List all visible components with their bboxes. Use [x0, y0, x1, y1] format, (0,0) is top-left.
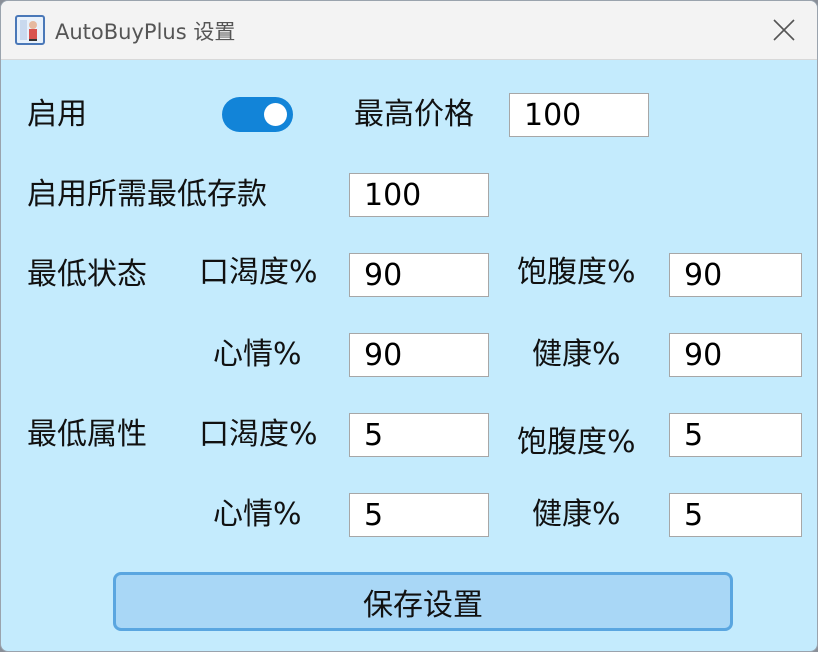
min-status-satiety-label: 饱腹度%: [517, 255, 636, 290]
settings-window: AutoBuyPlus 设置 启用 最高价格 启用所需最低存款 最低状态 口渴度…: [0, 0, 818, 652]
min-attributes-mood-input[interactable]: [349, 493, 489, 537]
max-price-label: 最高价格: [354, 97, 474, 132]
min-status-satiety-input[interactable]: [669, 253, 802, 297]
min-status-mood-input[interactable]: [349, 333, 489, 377]
max-price-input[interactable]: [509, 93, 649, 137]
title-bar[interactable]: AutoBuyPlus 设置: [1, 1, 817, 60]
enable-toggle[interactable]: [222, 97, 293, 132]
window-title: AutoBuyPlus 设置: [55, 20, 236, 44]
min-attributes-satiety-label: 饱腹度%: [517, 425, 636, 460]
min-attributes-label: 最低属性: [27, 417, 147, 452]
min-status-health-input[interactable]: [669, 333, 802, 377]
min-attributes-thirst-label: 口渴度%: [199, 417, 318, 452]
min-attributes-health-input[interactable]: [669, 493, 802, 537]
save-settings-button[interactable]: 保存设置: [113, 572, 733, 631]
min-attributes-thirst-input[interactable]: [349, 413, 489, 457]
min-status-thirst-input[interactable]: [349, 253, 489, 297]
min-attributes-health-label: 健康%: [532, 497, 621, 532]
close-icon: [773, 19, 795, 41]
min-status-mood-label: 心情%: [213, 337, 302, 372]
close-button[interactable]: [759, 7, 809, 53]
min-status-health-label: 健康%: [532, 337, 621, 372]
toggle-knob: [264, 103, 287, 126]
app-icon: [15, 15, 45, 45]
min-status-label: 最低状态: [27, 257, 147, 292]
min-status-thirst-label: 口渴度%: [199, 255, 318, 290]
min-attributes-mood-label: 心情%: [213, 497, 302, 532]
min-deposit-input[interactable]: [349, 173, 489, 217]
min-deposit-label: 启用所需最低存款: [27, 177, 267, 212]
enable-label: 启用: [27, 97, 87, 132]
min-attributes-satiety-input[interactable]: [669, 413, 802, 457]
